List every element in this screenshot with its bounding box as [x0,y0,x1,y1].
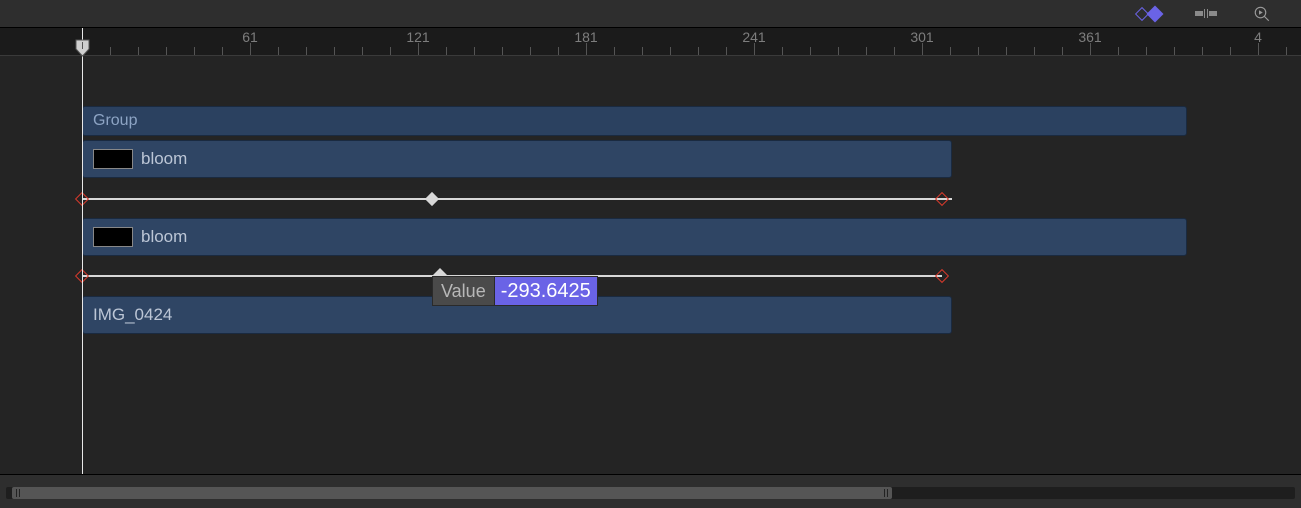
ruler-tick-minor [250,47,251,55]
ruler-tick-minor [1258,47,1259,55]
ruler-tick-minor [166,47,167,55]
snap-icon-right [1209,11,1217,16]
snapping-button[interactable] [1191,5,1221,23]
ruler-label: 301 [910,29,933,45]
ruler-tick-minor [1118,47,1119,55]
keyframe-value-editor[interactable]: Value-293.6425 [432,276,598,306]
ruler-tick-minor [446,47,447,55]
ruler-tick-minor [922,47,923,55]
ruler-tick-minor [978,47,979,55]
playhead[interactable] [82,28,83,474]
ruler-tick-minor [670,47,671,55]
timeline-toolbar [0,0,1301,28]
ruler-tick-minor [1286,47,1287,55]
scrollbar-grip-left-icon [16,489,20,497]
clip-label: Group [93,112,137,130]
ruler-tick-minor [1174,47,1175,55]
ruler-tick-minor [558,47,559,55]
keyframe-endpoint-icon[interactable] [935,269,949,283]
ruler-tick-minor [194,47,195,55]
ruler-tick-minor [474,47,475,55]
scrollbar-grip-right-icon [884,489,888,497]
clip-label: bloom [141,227,187,247]
zoom-search-button[interactable] [1251,3,1273,25]
ruler-label: 181 [574,29,597,45]
ruler-tick-minor [754,47,755,55]
ruler-tick-minor [866,47,867,55]
clip-thumbnail [93,227,133,247]
keyframe-diamond-icon[interactable] [425,192,439,206]
keyframe-navigator-button[interactable] [1129,5,1169,23]
ruler-tick-minor [278,47,279,55]
clip-label: bloom [141,149,187,169]
magnifier-play-icon [1253,5,1271,23]
next-keyframe-icon [1147,5,1164,22]
timeline-ruler[interactable]: 61 121 181 241 301 361 4 [0,28,1301,56]
ruler-tick-minor [1062,47,1063,55]
value-label: Value [432,276,494,306]
ruler-label: 361 [1078,29,1101,45]
ruler-tick-minor [362,47,363,55]
ruler-tick-minor [782,47,783,55]
ruler-tick-minor [586,47,587,55]
ruler-tick-minor [614,47,615,55]
ruler-tick-minor [138,47,139,55]
group-clip[interactable]: Group [82,106,1187,136]
ruler-tick-minor [1202,47,1203,55]
ruler-tick-minor [530,47,531,55]
ruler-tick-minor [110,47,111,55]
scrollbar-thumb[interactable] [12,487,892,499]
playhead-marker-icon [75,39,90,57]
ruler-tick-minor [810,47,811,55]
ruler-tick-minor [1090,47,1091,55]
ruler-tick-minor [1146,47,1147,55]
ruler-tick-minor [726,47,727,55]
ruler-label: 241 [742,29,765,45]
ruler-tick-minor [418,47,419,55]
ruler-tick-minor [1006,47,1007,55]
ruler-tick-minor [222,47,223,55]
timeline-clip[interactable]: bloom [82,218,1187,256]
ruler-label: 4 [1254,29,1262,45]
ruler-tick-minor [950,47,951,55]
timeline-clip[interactable]: bloom [82,140,952,178]
horizontal-scrollbar [0,474,1301,508]
ruler-tick-minor [1230,47,1231,55]
snap-icon-tick [1204,9,1205,18]
ruler-tick-minor [894,47,895,55]
snap-icon-tick [1207,9,1208,18]
ruler-tick-minor [838,47,839,55]
clip-label: IMG_0424 [93,305,172,325]
ruler-tick-minor [306,47,307,55]
ruler-tick-minor [642,47,643,55]
ruler-tick-minor [502,47,503,55]
value-input[interactable]: -293.6425 [494,276,598,306]
ruler-tick-minor [698,47,699,55]
ruler-tick-minor [390,47,391,55]
scrollbar-track[interactable] [6,487,1295,499]
ruler-label: 121 [406,29,429,45]
snap-icon-left [1195,11,1203,16]
keyframe-endpoint-icon[interactable] [935,192,949,206]
caret-up-icon [432,268,448,276]
clip-thumbnail [93,149,133,169]
keyframe-line[interactable] [82,198,952,200]
ruler-tick-minor [334,47,335,55]
ruler-tick-minor [1034,47,1035,55]
timeline-tracks-area[interactable]: Group bloom bloom IMG_0424 Value-293.6425 [0,56,1301,474]
ruler-label: 61 [242,29,258,45]
